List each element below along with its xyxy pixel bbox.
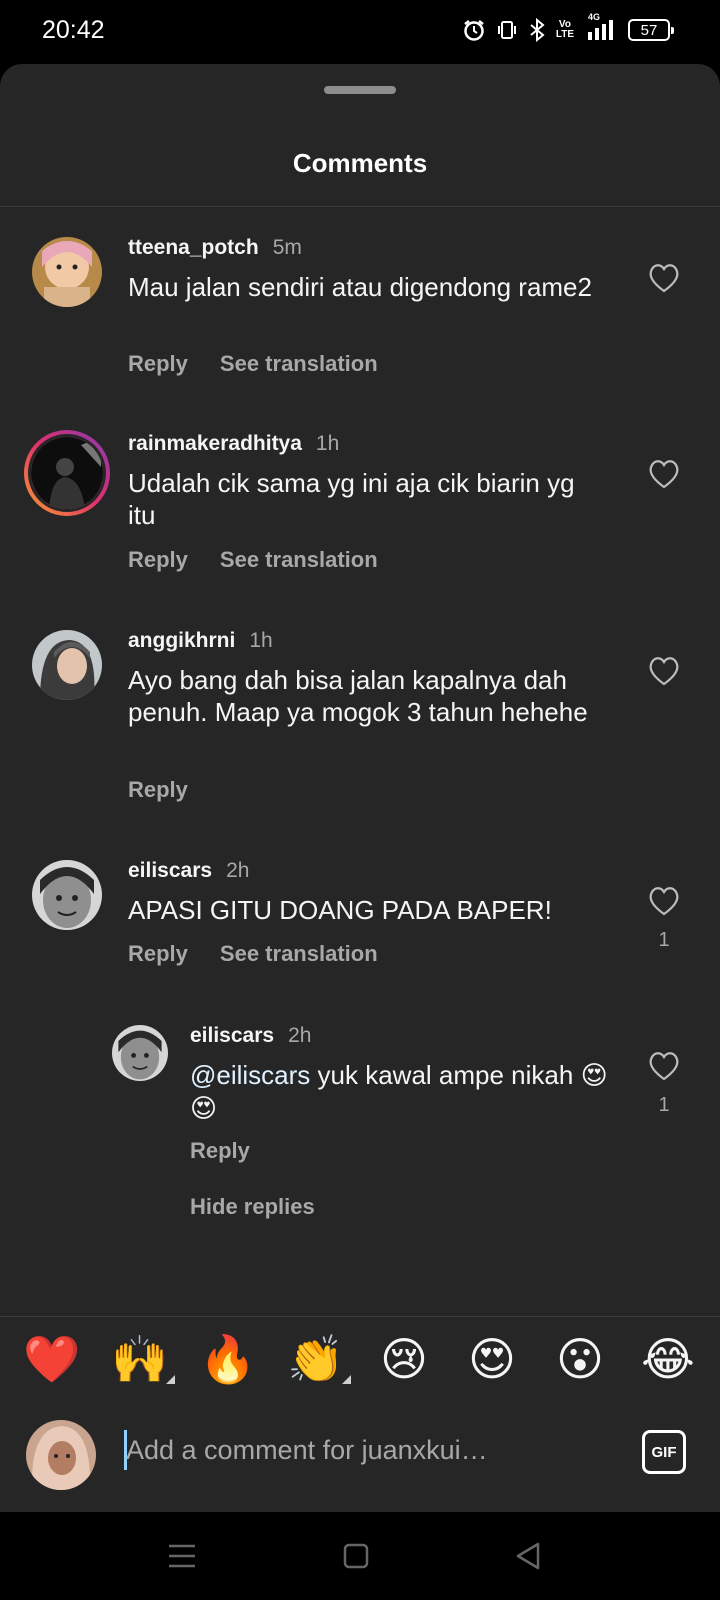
emoji-fire[interactable]: 🔥: [198, 1329, 258, 1389]
emoji-reaction-bar: ❤️ 🙌 🔥 👏 😢 😍 😮 😂: [0, 1316, 720, 1404]
signal-icon: 4G: [584, 12, 618, 42]
emoji-surprised[interactable]: 😮: [550, 1329, 610, 1389]
comment-text: Ayo bang dah bisa jalan kapalnya dah pen…: [128, 665, 588, 727]
comment-time: 1h: [249, 629, 273, 652]
reply-button[interactable]: Reply: [128, 547, 188, 573]
like-heart-icon[interactable]: [648, 263, 680, 293]
comment-time: 5m: [272, 236, 302, 259]
status-time: 20:42: [42, 16, 105, 44]
comment-header: eiliscars 2h: [190, 1024, 311, 1048]
comment-text: Udalah cik sama yg ini aja cik biarin yg…: [128, 468, 575, 530]
avatar[interactable]: [28, 434, 106, 512]
vibrate-icon: [496, 19, 518, 41]
reply-button[interactable]: Reply: [128, 941, 188, 967]
comment-actions: Reply See translation: [128, 547, 378, 573]
back-icon[interactable]: [508, 1538, 548, 1574]
like-count: 1: [658, 929, 670, 951]
comment-time: 2h: [288, 1024, 312, 1047]
comment-input[interactable]: [126, 1428, 606, 1472]
hide-replies-row: Hide replies: [190, 1194, 315, 1220]
comment-actions: Reply See translation: [128, 941, 378, 967]
username[interactable]: eiliscars: [128, 859, 212, 883]
avatar[interactable]: [32, 237, 102, 307]
emoji-tears-of-joy[interactable]: 😂: [638, 1329, 698, 1389]
emoji-raising-hands[interactable]: 🙌: [110, 1329, 170, 1389]
username[interactable]: anggikhrni: [128, 629, 235, 653]
emoji-crying[interactable]: 😢: [374, 1329, 434, 1389]
sheet-title: Comments: [292, 148, 428, 178]
bluetooth-icon: [528, 18, 546, 42]
comment-actions: Reply: [190, 1138, 250, 1164]
avatar[interactable]: [112, 1025, 168, 1081]
see-translation-button[interactable]: See translation: [220, 547, 378, 573]
reply-text: yuk kawal ampe nikah: [310, 1060, 574, 1090]
username[interactable]: eiliscars: [190, 1024, 274, 1048]
volte-icon: Vo LTE: [555, 19, 574, 40]
reply-button[interactable]: Reply: [128, 777, 188, 803]
status-bar: 20:42 Vo LTE 4G 57: [0, 0, 720, 64]
like-heart-icon[interactable]: [648, 886, 680, 916]
current-user-avatar: [26, 1420, 96, 1490]
reply-item: eiliscars 2h @eiliscars yuk kawal ampe n…: [0, 995, 720, 1312]
comment-item: tteena_potch 5m Mau jalan sendiri atau d…: [0, 207, 720, 403]
comment-actions: Reply: [128, 777, 188, 803]
reply-button[interactable]: Reply: [128, 351, 188, 377]
hide-replies-button[interactable]: Hide replies: [190, 1194, 315, 1220]
comment-actions: Reply See translation: [128, 351, 378, 377]
comment-header: rainmakeradhitya 1h: [128, 432, 339, 456]
emoji-heart[interactable]: ❤️: [22, 1329, 82, 1389]
skin-tone-indicator: [166, 1375, 175, 1384]
see-translation-button[interactable]: See translation: [220, 351, 378, 377]
comment-text: @eiliscars yuk kawal ampe nikah 😍😍: [190, 1059, 610, 1125]
skin-tone-indicator: [342, 1375, 351, 1384]
comments-sheet: Comments tteena_potch 5m Mau jalan sendi…: [0, 64, 720, 1512]
comment-item: eiliscars 2h APASI GITU DOANG PADA BAPER…: [0, 830, 720, 995]
see-translation-button[interactable]: See translation: [220, 941, 378, 967]
comment-header: eiliscars 2h: [128, 859, 249, 883]
comment-text: APASI GITU DOANG PADA BAPER!: [128, 895, 552, 925]
status-icons: Vo LTE 4G 57: [462, 12, 674, 42]
drag-handle[interactable]: [324, 86, 396, 94]
menu-icon[interactable]: [162, 1538, 202, 1574]
comment-header: anggikhrni 1h: [128, 629, 273, 653]
comment-list[interactable]: tteena_potch 5m Mau jalan sendiri atau d…: [0, 207, 720, 1379]
avatar[interactable]: [32, 630, 102, 700]
emoji-clapping[interactable]: 👏: [286, 1329, 346, 1389]
comment-time: 1h: [315, 432, 340, 455]
gif-button[interactable]: GIF: [642, 1430, 686, 1474]
home-icon[interactable]: [336, 1538, 376, 1574]
system-navigation-bar: [0, 1512, 720, 1600]
avatar[interactable]: [32, 860, 102, 930]
mention-link[interactable]: @eiliscars: [190, 1060, 310, 1090]
comment-header: tteena_potch 5m: [128, 236, 302, 260]
like-heart-icon[interactable]: [648, 1051, 680, 1081]
like-heart-icon[interactable]: [648, 656, 680, 686]
comment-item: rainmakeradhitya 1h Udalah cik sama yg i…: [0, 403, 720, 600]
username[interactable]: rainmakeradhitya: [128, 432, 302, 456]
username[interactable]: tteena_potch: [128, 236, 259, 260]
emoji-heart-eyes[interactable]: 😍: [462, 1329, 522, 1389]
alarm-icon: [462, 18, 486, 42]
like-heart-icon[interactable]: [648, 459, 680, 489]
comment-composer: GIF: [0, 1404, 720, 1512]
like-count: 1: [658, 1094, 670, 1116]
battery-icon: 57: [628, 19, 674, 41]
comment-time: 2h: [226, 859, 250, 882]
reply-button[interactable]: Reply: [190, 1138, 250, 1164]
comment-text: Mau jalan sendiri atau digendong rame2: [128, 272, 592, 302]
comment-item: anggikhrni 1h Ayo bang dah bisa jalan ka…: [0, 600, 720, 830]
